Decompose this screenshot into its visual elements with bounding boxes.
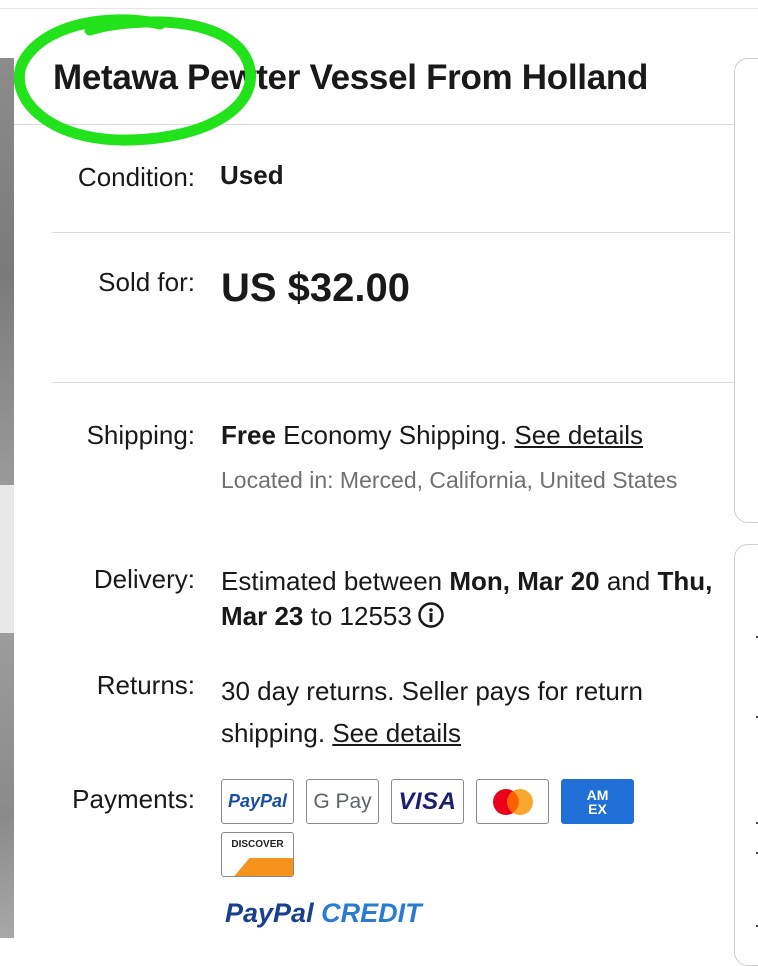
payments-label: Payments: bbox=[72, 784, 195, 814]
delivery-zip: to 12553 bbox=[303, 601, 412, 631]
condition-value: Used bbox=[220, 160, 284, 190]
delivery-estimate: Estimated between Mon, Mar 20 and Thu, M… bbox=[221, 564, 721, 634]
returns-info: 30 day returns. Seller pays for return s… bbox=[221, 670, 721, 754]
item-title: Metawa Pewter Vessel From Holland bbox=[53, 58, 649, 97]
paypal-credit-pp: PayPal bbox=[225, 898, 314, 928]
paypal-credit-word: CREDIT bbox=[321, 898, 422, 928]
visa-logo: VISA bbox=[391, 779, 464, 824]
item-photo-edge-lower[interactable] bbox=[0, 633, 14, 938]
sold-price: US $32.00 bbox=[221, 266, 411, 310]
discover-text: DISCOVER bbox=[231, 839, 284, 850]
condition-label: Condition: bbox=[77, 162, 195, 192]
right-sidebar-card-lower bbox=[734, 544, 758, 966]
right-sidebar-card bbox=[734, 58, 758, 523]
photo-gap bbox=[0, 485, 14, 633]
shipping-see-details-link[interactable]: See details bbox=[514, 420, 643, 450]
delivery-prefix: Estimated between bbox=[221, 566, 450, 596]
amex-logo: AM EX bbox=[561, 779, 634, 824]
returns-see-details-link[interactable]: See details bbox=[332, 718, 461, 748]
shipping-free: Free bbox=[221, 420, 276, 450]
mastercard-logo bbox=[476, 779, 549, 824]
shipping-method: Economy Shipping. bbox=[275, 420, 515, 450]
item-location: Located in: Merced, California, United S… bbox=[221, 467, 678, 493]
delivery-label: Delivery: bbox=[93, 564, 195, 594]
amex-text: AM EX bbox=[586, 786, 609, 817]
top-bar bbox=[0, 0, 758, 9]
shipping-info: Free Economy Shipping. See details bbox=[221, 420, 643, 451]
divider bbox=[14, 124, 734, 125]
delivery-start-date: Mon, Mar 20 bbox=[449, 566, 600, 596]
item-photo-edge[interactable] bbox=[0, 58, 14, 485]
divider bbox=[52, 232, 730, 233]
discover-band bbox=[234, 858, 293, 876]
paypal-logo: PayPal bbox=[221, 779, 294, 824]
discover-logo: DISCOVER bbox=[221, 832, 294, 877]
paypal-credit-logo: PayPal CREDIT bbox=[225, 898, 422, 929]
delivery-and: and bbox=[599, 566, 658, 596]
info-icon[interactable] bbox=[418, 602, 444, 628]
divider bbox=[52, 382, 734, 383]
sold-for-label: Sold for: bbox=[98, 267, 195, 297]
google-pay-logo: G Pay bbox=[306, 779, 379, 824]
shipping-label: Shipping: bbox=[86, 420, 195, 450]
returns-label: Returns: bbox=[96, 670, 195, 700]
